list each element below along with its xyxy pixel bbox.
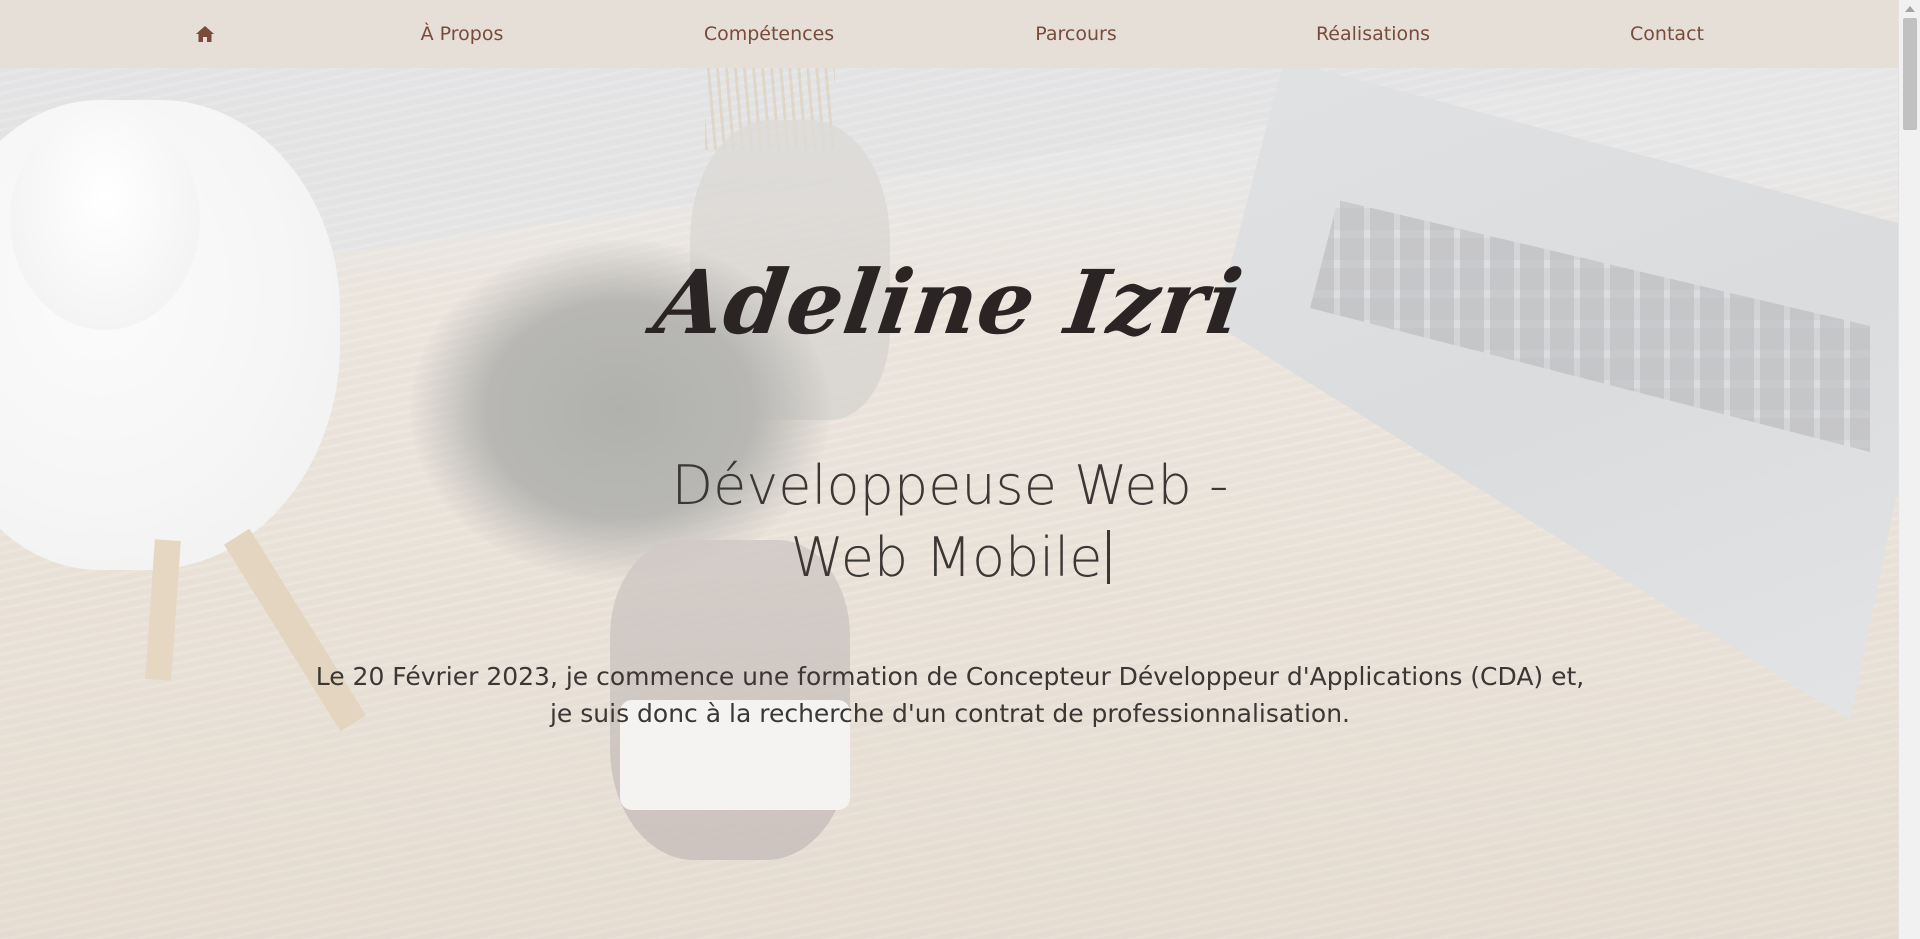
hero-role: Développeuse Web - Web Mobile [590, 450, 1310, 594]
nav-link-realisations[interactable]: Réalisations [1316, 0, 1430, 68]
vertical-scrollbar[interactable] [1898, 0, 1920, 939]
scrollbar-thumb[interactable] [1903, 18, 1917, 130]
nav-link-competences[interactable]: Compétences [704, 0, 834, 68]
top-navigation: À Propos Compétences Parcours Réalisatio… [0, 0, 1898, 68]
hero-name: Adeline Izri [648, 250, 1250, 354]
portfolio-page: À Propos Compétences Parcours Réalisatio… [0, 0, 1920, 939]
hero-role-line2-wrap: Web Mobile [590, 522, 1310, 594]
typing-caret [1106, 530, 1110, 584]
hero-role-line2: Web Mobile [790, 526, 1103, 589]
hero-description: Le 20 Février 2023, je commence une form… [250, 658, 1650, 732]
nav-link-contact[interactable]: Contact [1630, 0, 1704, 68]
nav-link-a-propos[interactable]: À Propos [421, 0, 504, 68]
home-icon[interactable] [196, 26, 214, 42]
hero-description-line2: je suis donc à la recherche d'un contrat… [549, 699, 1351, 728]
scroll-up-arrow-icon[interactable] [1905, 6, 1915, 12]
hero-role-line1: Développeuse Web - [671, 454, 1229, 517]
hero-description-line1: Le 20 Février 2023, je commence une form… [315, 662, 1585, 691]
nav-link-parcours[interactable]: Parcours [1035, 0, 1116, 68]
